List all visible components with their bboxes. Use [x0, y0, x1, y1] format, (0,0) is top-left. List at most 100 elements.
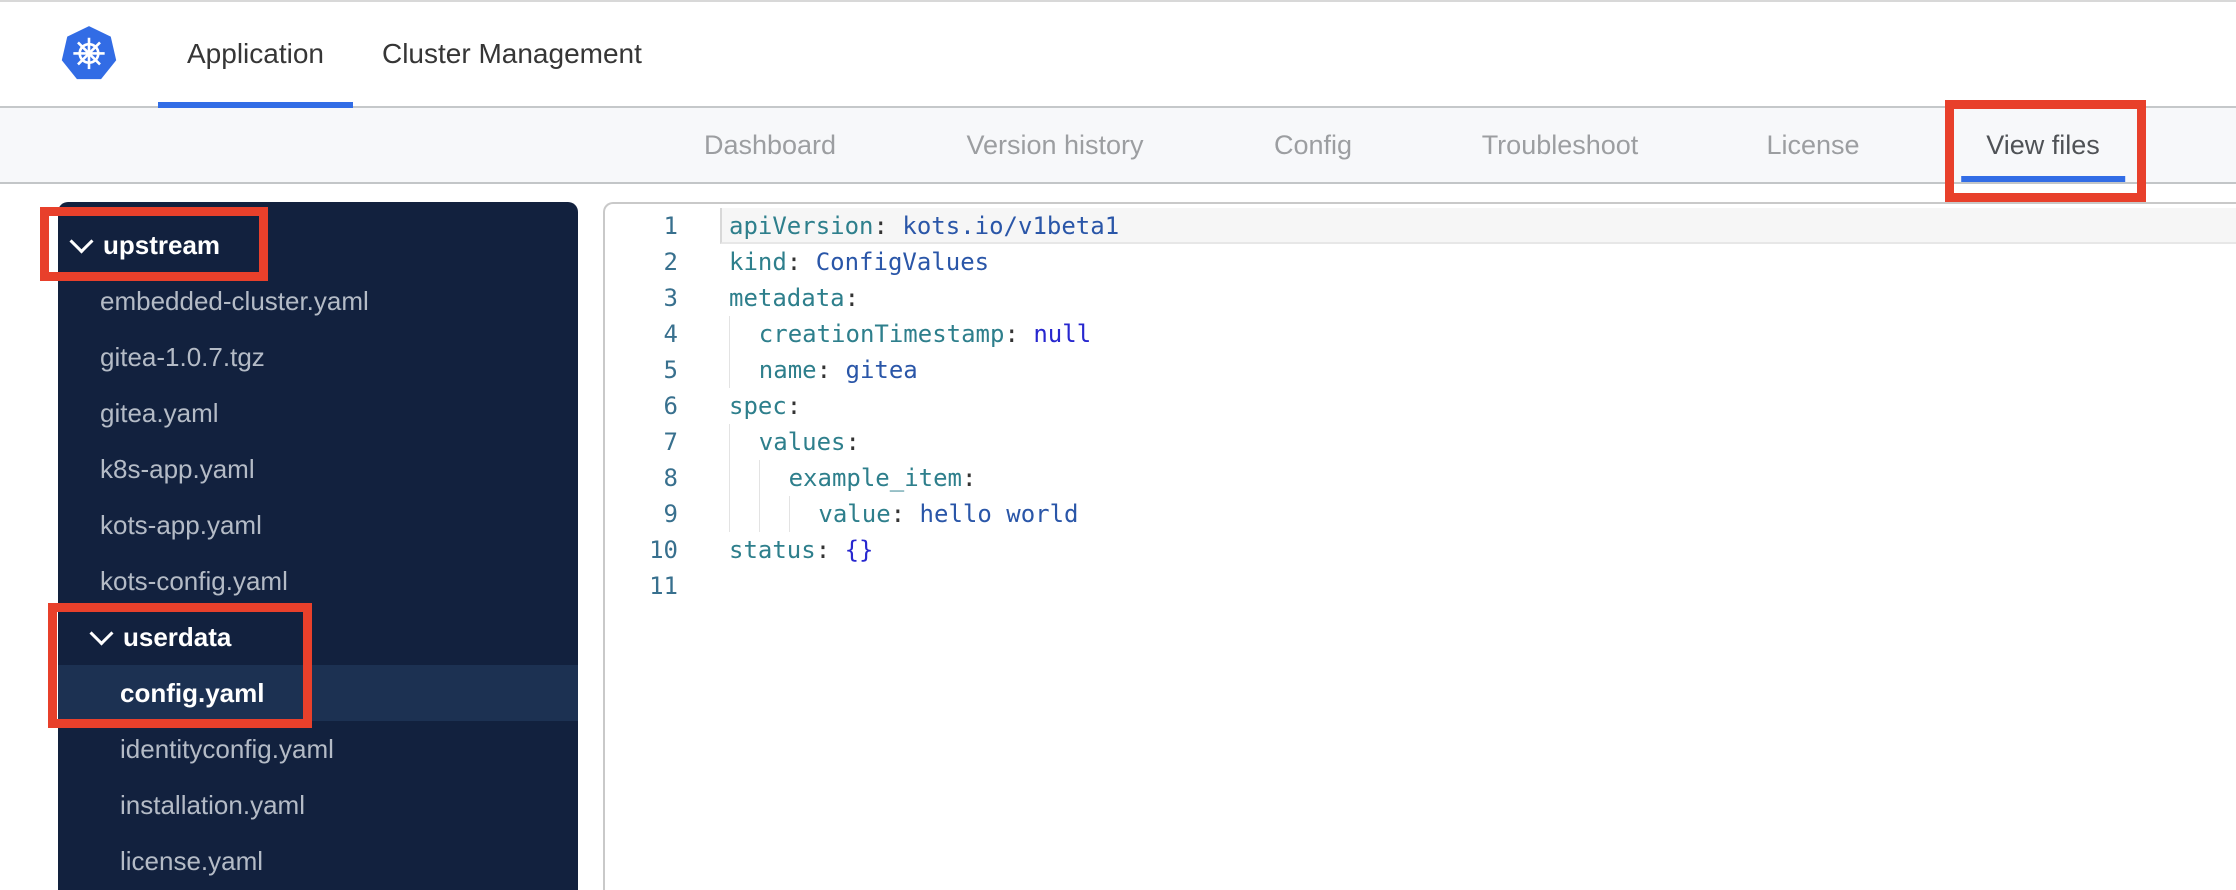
code-token: :	[844, 284, 860, 312]
line-number: 10	[649, 536, 678, 564]
kubernetes-logo-icon	[60, 24, 118, 84]
code-token: kots.io/v1beta1	[902, 212, 1120, 240]
tree-item-label: k8s-app.yaml	[100, 453, 255, 484]
code-content: example_item:	[720, 460, 2236, 496]
indent-guide	[729, 460, 759, 496]
code-token: null	[1033, 320, 1092, 348]
view-files-highlight-box	[1945, 100, 2146, 202]
code-token: spec	[729, 392, 787, 420]
code-token: :	[845, 428, 860, 456]
upstream-highlight-box	[40, 207, 268, 281]
code-token: gitea	[845, 356, 918, 384]
code-line: 6 spec:	[605, 388, 2236, 424]
subnav-item-troubleshoot[interactable]: Troubleshoot	[1482, 108, 1639, 182]
line-number: 3	[663, 284, 678, 312]
code-content: apiVersion: kots.io/v1beta1	[720, 208, 2236, 244]
code-line: 11	[605, 568, 2236, 604]
tree-item-label: kots-app.yaml	[100, 509, 262, 540]
indent-guide	[729, 424, 759, 460]
code-token: :	[786, 392, 802, 420]
tree-file-kots-app.yaml[interactable]: kots-app.yaml	[58, 497, 578, 553]
app-tab-application[interactable]: Application	[158, 2, 353, 108]
code-content: value: hello world	[720, 496, 2236, 532]
code-line: 4 creationTimestamp: null	[605, 316, 2236, 352]
tree-item-label: embedded-cluster.yaml	[100, 285, 369, 316]
code-content: spec:	[720, 388, 2236, 424]
yaml-file-viewer[interactable]: 1 apiVersion: kots.io/v1beta1 2 kind: Confi…	[603, 202, 2236, 890]
file-tree-sidebar[interactable]: upstream embedded-cluster.yaml gitea-1.0.7…	[58, 202, 578, 890]
code-line: 1 apiVersion: kots.io/v1beta1	[605, 208, 2236, 244]
tree-item-label: license.yaml	[120, 845, 264, 876]
line-number: 9	[663, 500, 678, 528]
code-content: values:	[720, 424, 2236, 460]
line-number: 6	[663, 392, 678, 420]
line-number: 11	[649, 572, 678, 600]
code-token: ConfigValues	[815, 248, 990, 276]
indent-guide	[758, 460, 789, 496]
code-token: hello world	[919, 500, 1079, 528]
code-token: status	[729, 536, 816, 564]
tree-item-label: installation.yaml	[120, 789, 305, 820]
code-content: creationTimestamp: null	[720, 316, 2236, 352]
app-tabs: Application Cluster Management	[158, 2, 671, 108]
tree-item-label: kots-config.yaml	[100, 565, 288, 596]
code-token: kind	[729, 248, 787, 276]
code-line: 9 value: hello world	[605, 496, 2236, 532]
code-content	[720, 568, 2236, 604]
code-content: status: {}	[720, 532, 2236, 568]
code-token: apiVersion	[729, 212, 874, 240]
line-number: 7	[663, 428, 678, 456]
kots-admin-console: Application Cluster Management Dashboard V…	[0, 0, 2236, 890]
code-line: 3 metadata:	[605, 280, 2236, 316]
subnav-item-dashboard[interactable]: Dashboard	[704, 108, 836, 182]
code-token: {}	[844, 536, 874, 564]
subnav-item-version-history[interactable]: Version history	[966, 108, 1143, 182]
line-number: 8	[663, 464, 678, 492]
app-header: Application Cluster Management	[0, 2, 2236, 108]
code-token: :	[815, 536, 845, 564]
code-token: metadata	[729, 284, 845, 312]
code-content: metadata:	[720, 280, 2236, 316]
indent-guide	[729, 496, 759, 532]
indent-guide	[788, 496, 819, 532]
code-token: :	[816, 356, 846, 384]
code-line: 10 status: {}	[605, 532, 2236, 568]
tree-file-identityconfig.yaml[interactable]: identityconfig.yaml	[58, 721, 578, 777]
code-token: values	[758, 428, 846, 456]
tree-file-installation.yaml[interactable]: installation.yaml	[58, 777, 578, 833]
code-token: value	[818, 500, 891, 528]
code-content: name: gitea	[720, 352, 2236, 388]
userdata-config-highlight-box	[48, 603, 312, 728]
tree-item-label: identityconfig.yaml	[120, 733, 334, 764]
subnav-item-config[interactable]: Config	[1274, 108, 1352, 182]
code-token: creationTimestamp	[758, 320, 1005, 348]
app-tab-cluster-management[interactable]: Cluster Management	[353, 2, 671, 106]
tree-file-k8s-app.yaml[interactable]: k8s-app.yaml	[58, 441, 578, 497]
code-line: 8 example_item:	[605, 460, 2236, 496]
line-number: 1	[663, 212, 678, 240]
code-token: example_item	[788, 464, 962, 492]
tree-item-label: gitea-1.0.7.tgz	[100, 341, 265, 372]
tree-item-label: gitea.yaml	[100, 397, 219, 428]
tree-file-license.yaml[interactable]: license.yaml	[58, 833, 578, 889]
indent-guide	[729, 352, 759, 388]
subnav-item-license[interactable]: License	[1766, 108, 1859, 182]
code-line: 2 kind: ConfigValues	[605, 244, 2236, 280]
line-number: 5	[663, 356, 678, 384]
code-line: 5 name: gitea	[605, 352, 2236, 388]
app-subnav: Dashboard Version history Config Troublesho…	[0, 108, 2236, 184]
code-token: :	[890, 500, 920, 528]
code-token: :	[786, 248, 816, 276]
code-content: kind: ConfigValues	[720, 244, 2236, 280]
tree-file-kots-config.yaml[interactable]: kots-config.yaml	[58, 553, 578, 609]
tree-file-gitea-1.0.7.tgz[interactable]: gitea-1.0.7.tgz	[58, 329, 578, 385]
tree-file-gitea.yaml[interactable]: gitea.yaml	[58, 385, 578, 441]
indent-guide	[758, 496, 789, 532]
line-number: 4	[663, 320, 678, 348]
tree-file-embedded-cluster.yaml[interactable]: embedded-cluster.yaml	[58, 273, 578, 329]
code-token: :	[961, 464, 977, 492]
line-number: 2	[663, 248, 678, 276]
code-line: 7 values:	[605, 424, 2236, 460]
code-token: :	[873, 212, 903, 240]
indent-guide	[729, 316, 759, 352]
